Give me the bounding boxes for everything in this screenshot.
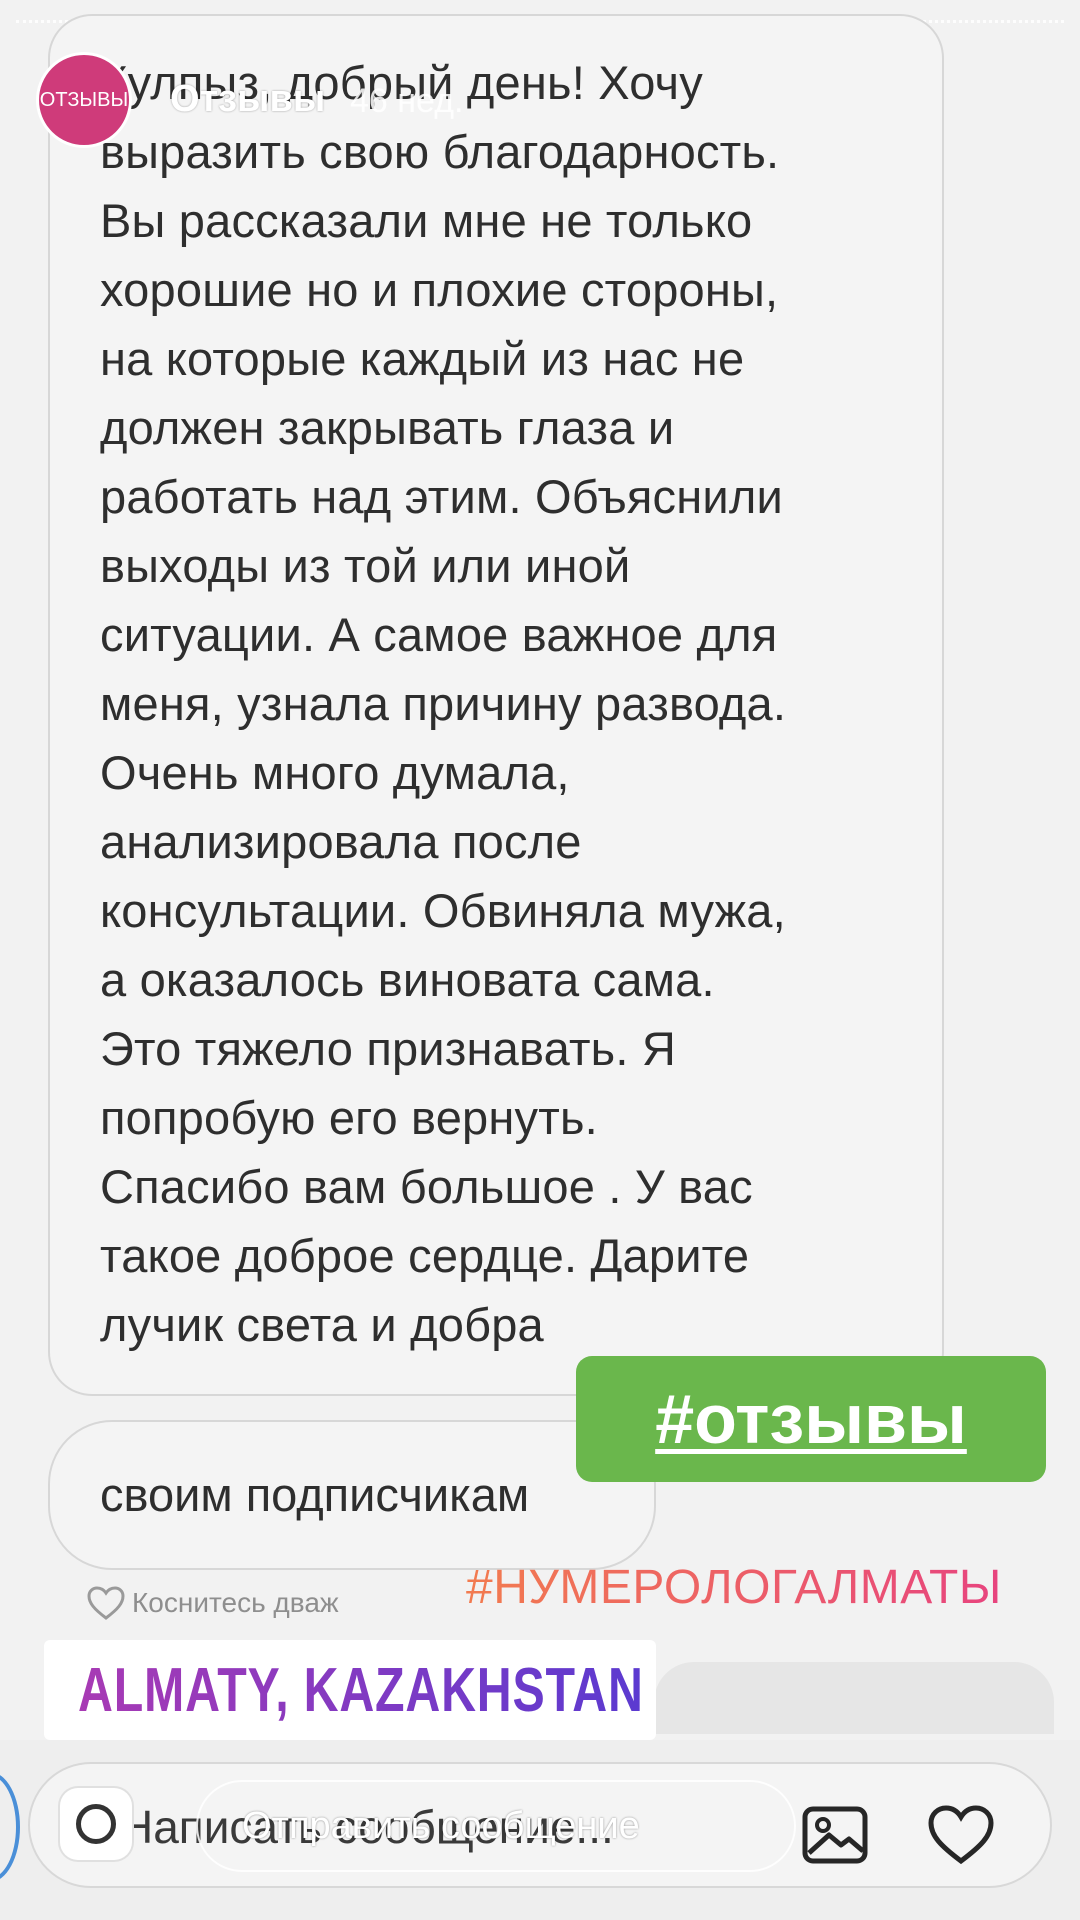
- like-button[interactable]: [922, 1796, 1000, 1874]
- location-sticker[interactable]: ALMATY, KAZAKHSTAN: [44, 1640, 656, 1740]
- message-text-2: своим подписчикам: [100, 1468, 530, 1521]
- heart-icon: [928, 1805, 994, 1865]
- avatar-label: ОТЗЫВЫ: [39, 88, 129, 111]
- hashtag-sticker-reviews[interactable]: #отзывы: [576, 1356, 1046, 1482]
- double-tap-hint-text: Коснитесь дваж: [132, 1587, 339, 1618]
- send-message-placeholder: Отправить сообщение: [242, 1804, 640, 1847]
- location-text: ALMATY, KAZAKHSTAN: [78, 1655, 644, 1725]
- hashtag-sticker-text: #отзывы: [655, 1380, 967, 1458]
- avatar[interactable]: ОТЗЫВЫ: [36, 52, 132, 148]
- story-username[interactable]: Отзывы: [170, 78, 325, 121]
- send-message-input[interactable]: Отправить сообщение: [196, 1780, 796, 1872]
- double-tap-hint: Коснитесь дваж: [86, 1585, 339, 1621]
- camera-button[interactable]: [60, 1788, 132, 1860]
- message-text: Кулпыз, добрый день! Хочу выразить свою …: [100, 56, 787, 1351]
- heart-outline-icon: [87, 1586, 125, 1620]
- image-icon: [802, 1806, 868, 1864]
- story-screen: Кулпыз, добрый день! Хочу выразить свою …: [0, 0, 1080, 1920]
- story-timestamp: 46 нед.: [350, 82, 464, 120]
- gallery-button[interactable]: [796, 1796, 874, 1874]
- hashtag-numerolog[interactable]: #НУМЕРОЛОГАЛМАТЫ: [466, 1560, 1002, 1615]
